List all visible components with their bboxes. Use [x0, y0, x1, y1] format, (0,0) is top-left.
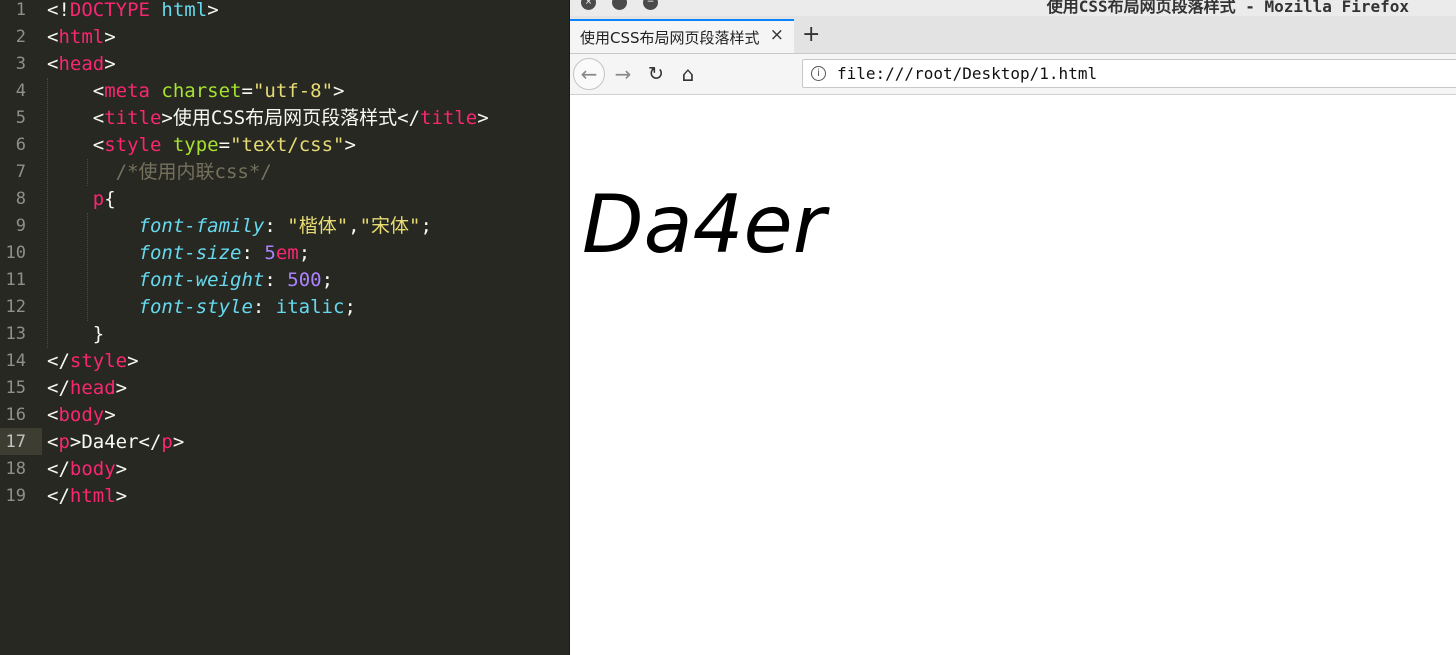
code-text: <head>: [47, 53, 116, 75]
url-bar[interactable]: i file:///root/Desktop/1.html: [802, 59, 1456, 88]
reload-icon[interactable]: ↻: [640, 58, 672, 90]
line-number: 17: [5, 432, 26, 452]
url-text[interactable]: file:///root/Desktop/1.html: [837, 64, 1097, 83]
firefox-window: × − 使用CSS布局网页段落样式 - Mozilla Firefox 使用CS…: [569, 0, 1456, 655]
code-line[interactable]: 4 <meta charset="utf-8">: [0, 78, 569, 105]
line-number: 15: [5, 378, 26, 398]
line-number: 18: [5, 459, 26, 479]
code-text: <p>Da4er</p>: [47, 431, 185, 453]
code-text: p{: [92, 188, 116, 210]
line-number: 3: [15, 54, 26, 74]
code-text: font-weight: 500;: [138, 269, 334, 291]
code-text: font-size: 5em;: [138, 242, 311, 264]
code-text: </body>: [47, 458, 128, 480]
code-text: }: [47, 323, 105, 345]
window-title: 使用CSS布局网页段落样式 - Mozilla Firefox: [1046, 0, 1409, 16]
forward-arrow-icon[interactable]: →: [607, 58, 639, 90]
window-titlebar: × − 使用CSS布局网页段落样式 - Mozilla Firefox: [570, 0, 1456, 16]
code-editor[interactable]: 1 <!DOCTYPE html> 2 <html> 3 <head> 4 <meta ch…: [0, 0, 569, 655]
code-text: </html>: [47, 485, 128, 507]
window-restore-icon[interactable]: [612, 0, 627, 10]
code-line[interactable]: 3 <head>: [0, 51, 569, 78]
line-number: 1: [15, 0, 26, 20]
line-number: 2: [15, 27, 26, 47]
page-paragraph: Da4er: [582, 178, 826, 271]
line-number: 7: [15, 162, 26, 182]
line-number: 10: [5, 243, 26, 263]
code-text: <body>: [47, 404, 116, 426]
code-text: <html>: [47, 26, 116, 48]
code-line[interactable]: 7 /*使用内联css*/: [0, 159, 569, 186]
code-line[interactable]: 2 <html>: [0, 24, 569, 51]
code-line[interactable]: 13 }: [0, 321, 569, 348]
navigation-toolbar: ← → ↻ ⌂ i file:///root/Desktop/1.html: [570, 54, 1456, 95]
code-text: <style type="text/css">: [47, 134, 356, 156]
line-number: 14: [5, 351, 26, 371]
line-number: 12: [5, 297, 26, 317]
code-line[interactable]: 10 font-size: 5em;: [0, 240, 569, 267]
code-text: /*使用内联css*/: [115, 161, 272, 183]
page-content: Da4er: [570, 95, 1456, 655]
line-number: 11: [5, 270, 26, 290]
line-number: 4: [15, 81, 26, 101]
code-line[interactable]: 5 <title>使用CSS布局网页段落样式</title>: [0, 105, 569, 132]
back-arrow-icon[interactable]: ←: [573, 58, 605, 90]
line-number: 5: [15, 108, 26, 128]
line-number: 6: [15, 135, 26, 155]
code-line[interactable]: 18 </body>: [0, 456, 569, 483]
code-text: </style>: [47, 350, 139, 372]
line-number: 8: [15, 189, 26, 209]
window-close-icon[interactable]: ×: [581, 0, 596, 10]
code-line[interactable]: 12 font-style: italic;: [0, 294, 569, 321]
new-tab-button[interactable]: +: [802, 22, 820, 48]
code-line[interactable]: 14 </style>: [0, 348, 569, 375]
code-line[interactable]: 17 <p>Da4er</p>: [0, 429, 569, 456]
code-text: <title>使用CSS布局网页段落样式</title>: [47, 107, 489, 129]
code-line[interactable]: 11 font-weight: 500;: [0, 267, 569, 294]
code-line[interactable]: 1 <!DOCTYPE html>: [0, 0, 569, 24]
line-number: 16: [5, 405, 26, 425]
code-line[interactable]: 15 </head>: [0, 375, 569, 402]
tab-strip: 使用CSS布局网页段落样式 × +: [570, 16, 1456, 54]
code-text: </head>: [47, 377, 128, 399]
code-line[interactable]: 16 <body>: [0, 402, 569, 429]
tab-title: 使用CSS布局网页段落样式: [580, 29, 760, 47]
code-text: font-style: italic;: [138, 296, 356, 318]
code-line[interactable]: 9 font-family: "楷体","宋体";: [0, 213, 569, 240]
code-text: font-family: "楷体","宋体";: [138, 215, 432, 237]
home-icon[interactable]: ⌂: [672, 58, 704, 90]
code-line[interactable]: 8 p{: [0, 186, 569, 213]
tab-close-icon[interactable]: ×: [770, 25, 784, 45]
line-number: 13: [5, 324, 26, 344]
site-info-icon[interactable]: i: [811, 66, 826, 81]
code-text: <!DOCTYPE html>: [47, 0, 219, 21]
tab-active[interactable]: 使用CSS布局网页段落样式 ×: [570, 19, 794, 53]
window-minimize-icon[interactable]: −: [643, 0, 658, 10]
code-line[interactable]: 6 <style type="text/css">: [0, 132, 569, 159]
code-text: <meta charset="utf-8">: [47, 80, 345, 102]
line-number: 9: [15, 216, 26, 236]
code-line[interactable]: 19 </html>: [0, 483, 569, 510]
line-number: 19: [5, 486, 26, 506]
